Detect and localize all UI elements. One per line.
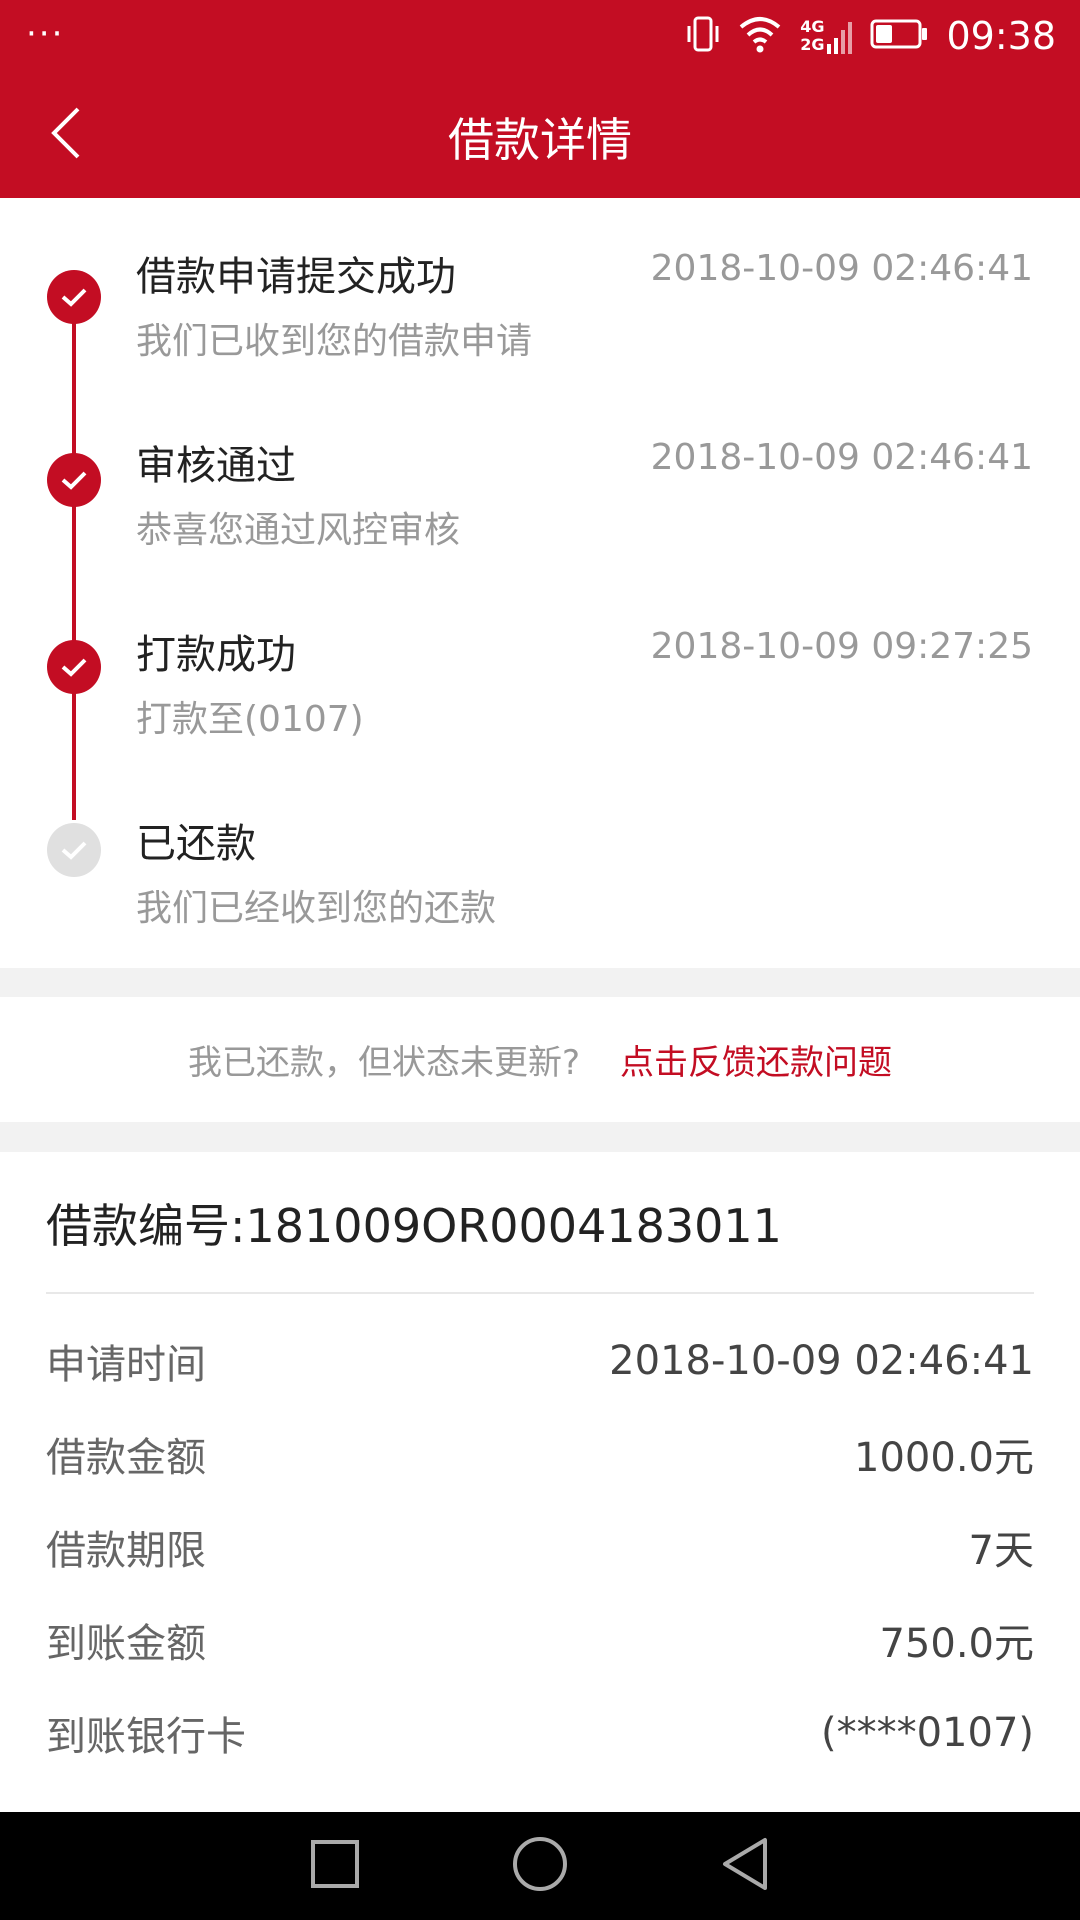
loan-number: 借款编号:181009OR0004183011 <box>46 1199 782 1253</box>
loan-progress-timeline: 借款申请提交成功 2018-10-09 02:46:41 我们已收到您的借款申请… <box>0 198 1080 968</box>
step-time: 2018-10-09 02:46:41 <box>650 248 1033 289</box>
back-nav-button[interactable] <box>719 1836 771 1896</box>
repayment-feedback-bar: 我已还款，但状态未更新? 点击反馈还款问题 <box>0 997 1080 1122</box>
status-icons: 4G 2G 09:38 <box>686 14 1056 58</box>
feedback-link[interactable]: 点击反馈还款问题 <box>620 1035 892 1084</box>
step-title: 审核通过 <box>136 443 296 489</box>
timeline-step: 审核通过 2018-10-09 02:46:41 恭喜您通过风控审核 <box>0 433 1080 583</box>
detail-row: 到账银行卡 (****0107) <box>46 1698 1034 1768</box>
notification-dots: ··· <box>26 14 65 54</box>
network-4g-label: 4G <box>800 17 825 36</box>
detail-value: 2018-10-09 02:46:41 <box>609 1338 1034 1384</box>
step-time: 2018-10-09 09:27:25 <box>650 626 1033 667</box>
check-icon <box>47 270 101 324</box>
status-bar: ··· 4G 2G 09:38 <box>0 0 1080 72</box>
app-header: ··· 4G 2G 09:38 借款详情 <box>0 0 1080 198</box>
divider <box>46 1292 1034 1294</box>
step-description: 打款至(0107) <box>136 699 364 740</box>
recents-button[interactable] <box>309 1838 361 1894</box>
step-title: 已还款 <box>136 821 256 867</box>
step-description: 恭喜您通过风控审核 <box>136 510 461 551</box>
detail-row: 借款期限 7天 <box>46 1512 1034 1582</box>
check-icon <box>47 453 101 507</box>
detail-value: (****0107) <box>820 1710 1034 1756</box>
page-title: 借款详情 <box>448 113 632 167</box>
timeline-step: 打款成功 2018-10-09 09:27:25 打款至(0107) <box>0 622 1080 772</box>
check-icon <box>47 640 101 694</box>
detail-row: 借款金额 1000.0元 <box>46 1419 1034 1489</box>
wifi-icon <box>738 15 782 57</box>
timeline-step: 已还款 我们已经收到您的还款 <box>0 811 1080 961</box>
detail-row: 申请时间 2018-10-09 02:46:41 <box>46 1326 1034 1396</box>
detail-label: 到账银行卡 <box>46 1714 246 1760</box>
step-description: 我们已收到您的借款申请 <box>136 321 533 362</box>
home-button[interactable] <box>511 1835 569 1897</box>
detail-value: 1000.0元 <box>854 1435 1034 1481</box>
timeline-step: 借款申请提交成功 2018-10-09 02:46:41 我们已收到您的借款申请 <box>0 244 1080 394</box>
system-navigation-bar <box>0 1812 1080 1920</box>
detail-label: 借款期限 <box>46 1528 206 1574</box>
loan-details-card: 借款编号:181009OR0004183011 申请时间 2018-10-09 … <box>0 1152 1080 1812</box>
detail-label: 申请时间 <box>46 1342 206 1388</box>
step-description: 我们已经收到您的还款 <box>136 888 497 929</box>
detail-label: 借款金额 <box>46 1435 206 1481</box>
step-time: 2018-10-09 02:46:41 <box>650 437 1033 478</box>
status-time: 09:38 <box>946 14 1056 58</box>
detail-row: 到账金额 750.0元 <box>46 1605 1034 1675</box>
step-title: 借款申请提交成功 <box>136 254 456 300</box>
cellular-signal-icon: 4G 2G <box>800 16 853 56</box>
vibrate-icon <box>686 14 720 58</box>
check-icon <box>47 823 101 877</box>
detail-value: 750.0元 <box>879 1621 1034 1667</box>
detail-label: 到账金额 <box>46 1621 206 1667</box>
detail-value: 7天 <box>968 1528 1034 1574</box>
battery-icon <box>870 18 928 54</box>
step-title: 打款成功 <box>136 632 296 678</box>
network-2g-label: 2G <box>800 35 825 54</box>
feedback-prompt: 我已还款，但状态未更新? <box>187 1043 581 1083</box>
